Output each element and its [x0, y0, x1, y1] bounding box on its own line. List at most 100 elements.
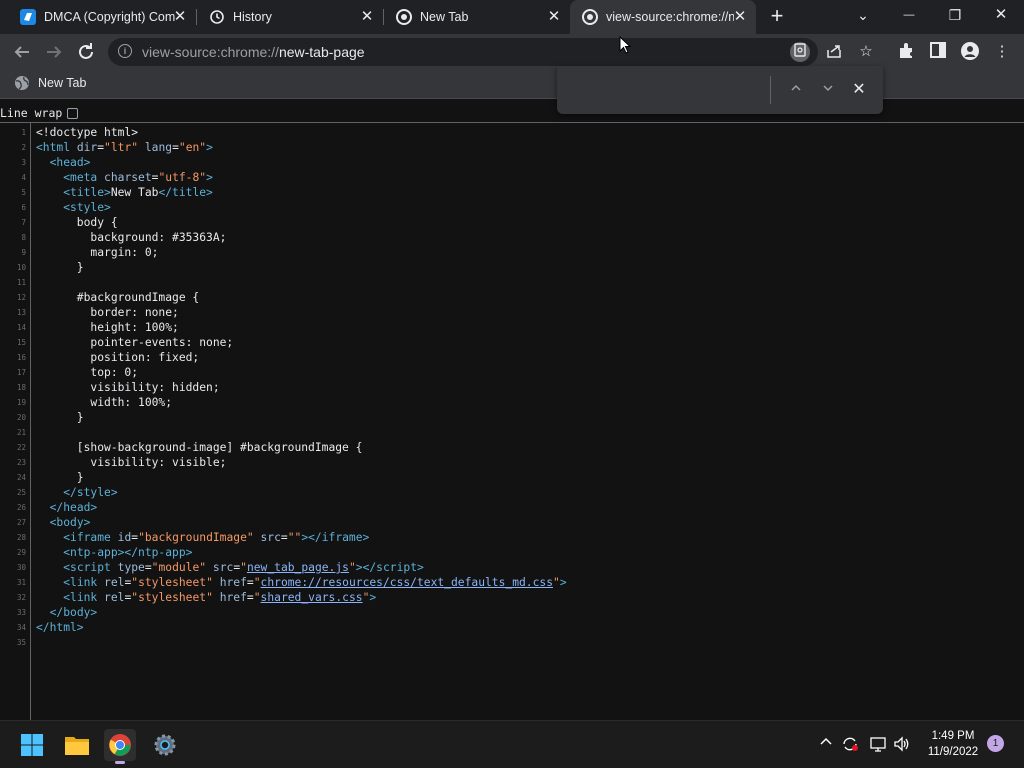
line-number: 29 [16, 548, 26, 557]
restore-button[interactable]: ❐ [932, 0, 978, 30]
find-next-button[interactable] [818, 80, 838, 100]
source-line: 24 } [0, 470, 567, 485]
line-number: 12 [16, 293, 26, 302]
start-button[interactable] [16, 729, 48, 761]
find-close-button[interactable]: ✕ [849, 80, 869, 100]
file-explorer-button[interactable] [61, 729, 93, 761]
chrome-taskbar-button[interactable] [104, 729, 136, 764]
line-code: top: 0; [36, 366, 139, 379]
clock-time: 1:49 PM [931, 730, 975, 742]
back-button[interactable] [10, 40, 34, 64]
tab-strip: DMCA (Copyright) Com ✕ History ✕ New Tab… [0, 0, 1024, 34]
tab-view-source[interactable]: view-source:chrome://n ✕ [570, 0, 756, 34]
find-divider [770, 76, 771, 104]
line-code: </html> [36, 621, 84, 634]
line-code: </body> [49, 606, 98, 619]
source-line: 13 border: none; [0, 305, 567, 320]
clock[interactable]: 1:49 PM 11/9/2022 [918, 728, 988, 760]
address-bar[interactable]: i view-source:chrome://new-tab-page [108, 38, 818, 66]
close-icon[interactable]: ✕ [546, 9, 562, 25]
url-text: view-source:chrome://new-tab-page [142, 44, 365, 60]
source-link[interactable]: new_tab_page.js [247, 561, 349, 574]
source-line: 27 <body> [0, 515, 567, 530]
source-line: 7 body { [0, 215, 567, 230]
site-info-icon[interactable]: i [118, 44, 132, 58]
profile-icon[interactable] [960, 42, 980, 62]
line-code: #backgroundImage { [36, 291, 200, 304]
settings-button[interactable] [149, 729, 181, 761]
line-number: 28 [16, 533, 26, 542]
line-code: body { [36, 216, 118, 229]
line-number: 7 [21, 218, 26, 227]
minimize-button[interactable]: — [886, 0, 932, 30]
close-icon[interactable]: ✕ [172, 9, 188, 25]
line-wrap-control: Line wrap [0, 104, 79, 122]
source-line: 8 background: #35363A; [0, 230, 567, 245]
network-icon[interactable] [868, 735, 888, 755]
volume-icon[interactable] [892, 735, 912, 755]
forward-arrow-icon [47, 46, 62, 58]
chevron-up-icon[interactable] [816, 735, 836, 755]
line-code: visibility: hidden; [36, 381, 220, 394]
taskbar: 1:49 PM 11/9/2022 [0, 720, 1024, 768]
line-code: height: 100%; [36, 321, 179, 334]
bookmark-star-icon[interactable]: ☆ [856, 42, 876, 62]
side-panel-icon[interactable] [928, 42, 948, 62]
close-window-button[interactable]: ✕ [978, 0, 1024, 30]
menu-kebab-icon[interactable]: ⋮ [992, 42, 1012, 62]
source-line: 28 <iframe id="backgroundImage" src=""><… [0, 530, 567, 545]
source-line: 14 height: 100%; [0, 320, 567, 335]
line-number: 34 [16, 623, 26, 632]
forward-button[interactable] [42, 40, 66, 64]
line-number: 24 [16, 473, 26, 482]
reload-button[interactable] [74, 40, 98, 64]
line-code: <body> [49, 516, 91, 529]
line-number: 17 [16, 368, 26, 377]
tab-new-tab[interactable]: New Tab ✕ [384, 0, 570, 34]
line-number: 35 [16, 638, 26, 647]
notification-badge[interactable]: 1 [987, 735, 1004, 752]
source-link[interactable]: chrome://resources/css/text_defaults_md.… [261, 576, 553, 589]
line-number: 4 [21, 173, 26, 182]
line-code: } [36, 261, 84, 274]
line-code: border: none; [36, 306, 179, 319]
windows-icon [21, 734, 43, 756]
line-number: 26 [16, 503, 26, 512]
source-line: 10 } [0, 260, 567, 275]
line-number: 11 [16, 278, 26, 287]
active-indicator [115, 761, 125, 764]
folder-icon [65, 737, 89, 755]
extensions-icon[interactable] [896, 42, 916, 62]
source-link[interactable]: shared_vars.css [261, 591, 363, 604]
sync-icon[interactable] [840, 735, 860, 755]
line-wrap-checkbox[interactable] [67, 107, 79, 119]
find-previous-button[interactable] [786, 80, 806, 100]
back-arrow-icon [14, 46, 29, 58]
line-number: 31 [16, 578, 26, 587]
bookmark-new-tab[interactable]: New Tab [14, 75, 86, 91]
source-line: 16 position: fixed; [0, 350, 567, 365]
close-icon[interactable]: ✕ [359, 9, 375, 25]
new-tab-button[interactable]: + [765, 5, 789, 29]
source-view: 1 <!doctype html> 2 <html dir="ltr" lang="e… [0, 122, 1024, 721]
tab-history[interactable]: History ✕ [197, 0, 383, 34]
line-number: 19 [16, 398, 26, 407]
line-number: 27 [16, 518, 26, 527]
line-number: 30 [16, 563, 26, 572]
find-icon[interactable] [790, 42, 810, 62]
line-code: [show-background-image] #backgroundImage… [36, 441, 363, 454]
find-bar: ✕ [557, 66, 883, 114]
line-number: 2 [21, 143, 26, 152]
tab-dmca[interactable]: DMCA (Copyright) Com ✕ [8, 0, 196, 34]
share-icon[interactable] [824, 42, 844, 62]
tab-search-button[interactable]: ⌄ [840, 0, 886, 30]
bookmark-label: New Tab [38, 76, 87, 90]
line-number: 9 [21, 248, 26, 257]
chrome-icon [396, 9, 412, 25]
line-number: 3 [21, 158, 26, 167]
line-code: <!doctype html> [36, 126, 139, 139]
close-icon[interactable]: ✕ [732, 9, 748, 25]
line-code: <html dir="ltr" lang="en"> [36, 141, 213, 154]
